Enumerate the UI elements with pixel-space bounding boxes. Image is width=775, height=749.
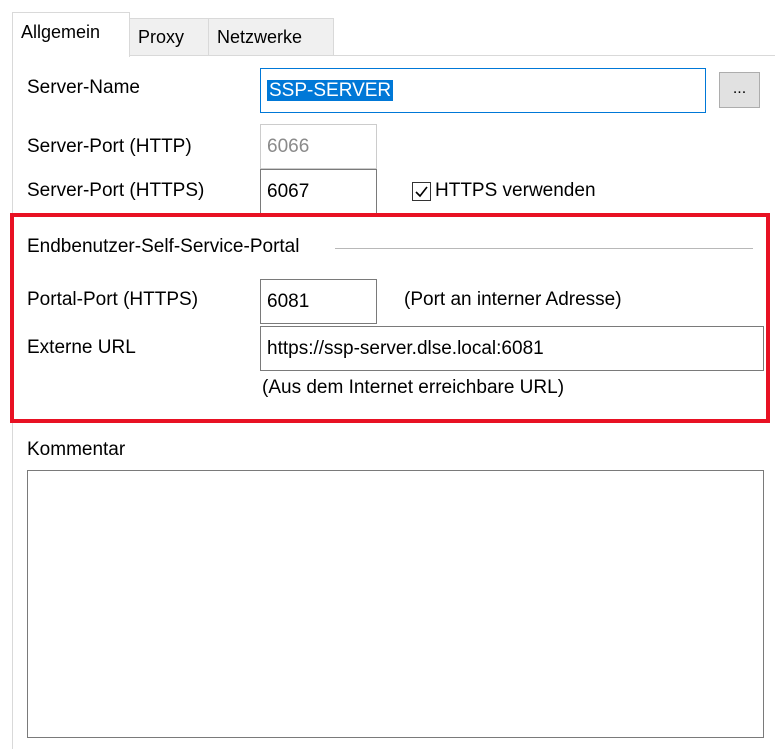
tab-proxy-label: Proxy: [138, 27, 185, 47]
external-url-input[interactable]: https://ssp-server.dlse.local:6081: [260, 326, 764, 371]
http-port-input[interactable]: 6066: [260, 124, 377, 169]
portal-group-title: Endbenutzer-Self-Service-Portal: [27, 236, 300, 257]
portal-port-value: 6081: [267, 291, 310, 312]
server-name-label: Server-Name: [27, 77, 140, 98]
use-https-checkbox[interactable]: [412, 182, 431, 201]
browse-button[interactable]: ...: [719, 72, 760, 108]
use-https-label[interactable]: HTTPS verwenden: [435, 180, 596, 202]
browse-button-label: ...: [732, 80, 747, 97]
portal-port-hint: (Port an interner Adresse): [404, 289, 622, 310]
tab-netzwerke-label: Netzwerke: [217, 27, 303, 47]
external-url-value: https://ssp-server.dlse.local:6081: [267, 338, 544, 359]
checkmark-icon: [415, 186, 428, 198]
http-port-value: 6066: [267, 136, 310, 157]
comment-textarea[interactable]: [27, 470, 764, 738]
server-name-input[interactable]: SSP-SERVER: [260, 68, 706, 113]
external-url-hint: (Aus dem Internet erreichbare URL): [262, 377, 565, 398]
group-divider: [335, 248, 753, 249]
tab-netzwerke[interactable]: Netzwerke: [208, 18, 334, 56]
external-url-label: Externe URL: [27, 337, 136, 358]
comment-label: Kommentar: [27, 439, 126, 460]
https-port-input[interactable]: 6067: [260, 169, 377, 214]
portal-port-label: Portal-Port (HTTPS): [27, 289, 199, 310]
portal-port-input[interactable]: 6081: [260, 279, 377, 324]
http-port-label: Server-Port (HTTP): [27, 136, 192, 157]
https-port-label: Server-Port (HTTPS): [27, 180, 205, 201]
tab-allgemein-label: Allgemein: [21, 22, 101, 42]
https-port-value: 6067: [267, 181, 310, 202]
tab-allgemein[interactable]: Allgemein: [12, 12, 130, 57]
server-name-value: SSP-SERVER: [267, 80, 394, 101]
tab-proxy[interactable]: Proxy: [129, 18, 209, 56]
